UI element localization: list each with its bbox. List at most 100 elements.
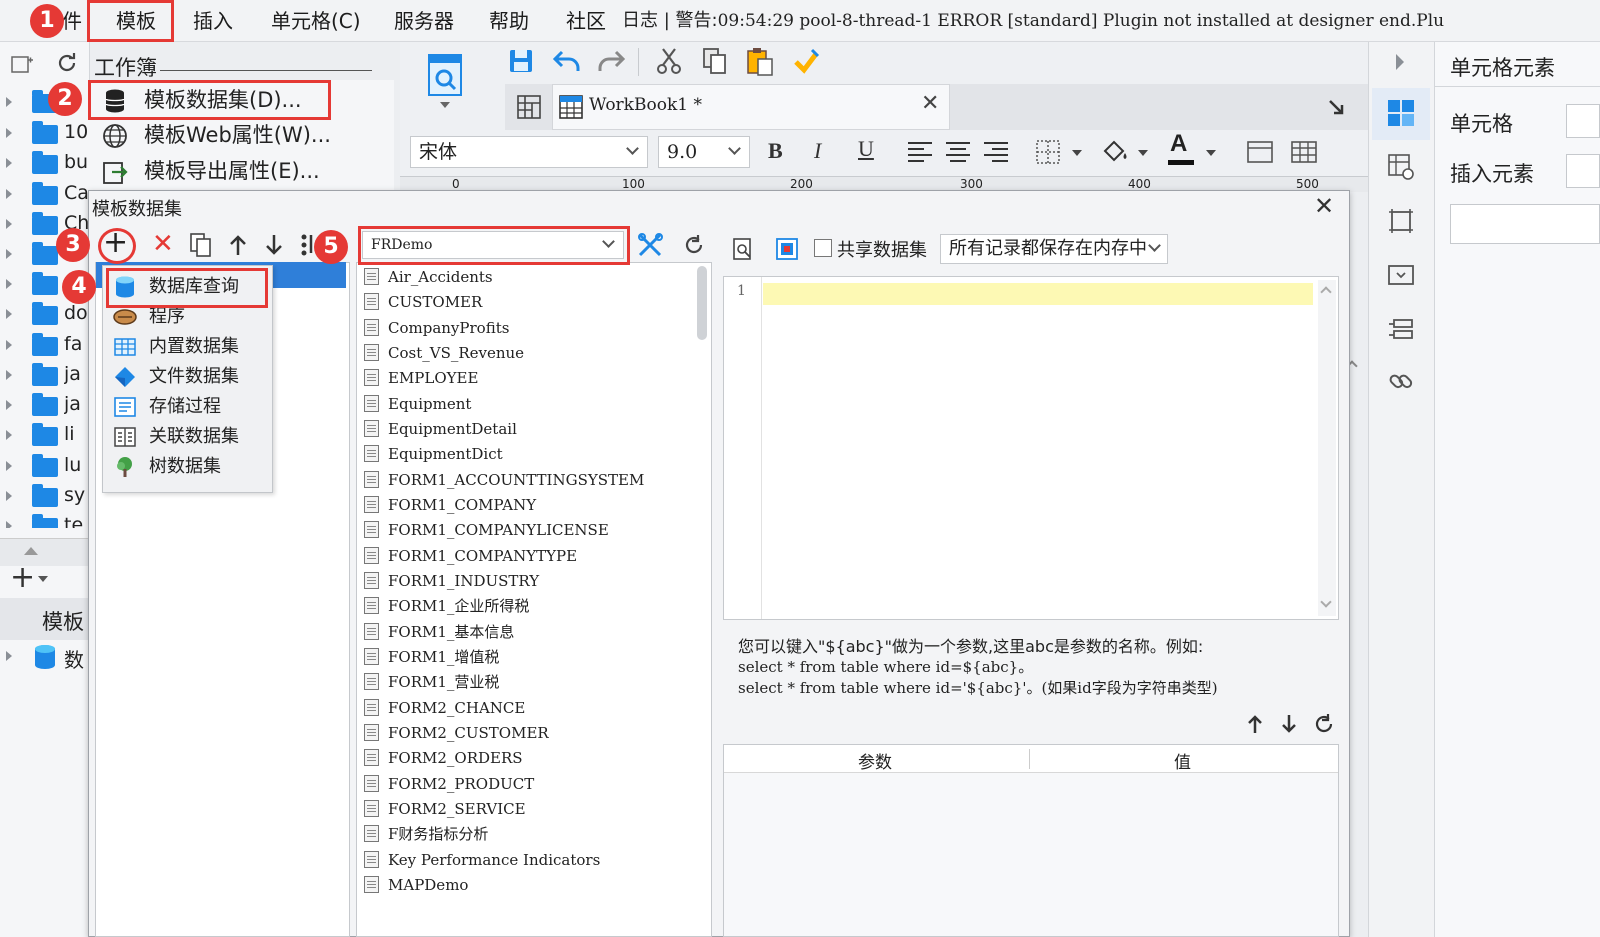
- sql-editor[interactable]: [723, 276, 1339, 620]
- tree-item[interactable]: li: [0, 421, 90, 451]
- menu-item-stored-procedure[interactable]: 存储过程: [112, 392, 221, 422]
- table-row[interactable]: Air_Accidents: [364, 265, 493, 290]
- font-color-icon[interactable]: A: [1170, 130, 1187, 158]
- font-size-select[interactable]: 9.0: [658, 136, 750, 168]
- redo-icon[interactable]: [596, 46, 626, 76]
- tree-item[interactable]: do: [0, 300, 90, 330]
- tree-item[interactable]: lu: [0, 452, 90, 482]
- hyperlink-icon[interactable]: [1386, 366, 1416, 396]
- tree-item[interactable]: bu: [0, 149, 90, 179]
- table-row[interactable]: EquipmentDict: [364, 442, 503, 467]
- delete-icon[interactable]: ✕: [152, 230, 174, 258]
- table-row[interactable]: FORM2_ORDERS: [364, 746, 523, 771]
- table-row[interactable]: EquipmentDetail: [364, 417, 517, 442]
- chevron-down-icon[interactable]: [38, 576, 48, 582]
- tree-item[interactable]: fa: [0, 331, 90, 361]
- table-row[interactable]: FORM2_SERVICE: [364, 797, 526, 822]
- tree-item[interactable]: te: [0, 512, 90, 528]
- condition-attribute-icon[interactable]: [1386, 314, 1416, 344]
- copy-icon[interactable]: [188, 232, 214, 258]
- font-family-select[interactable]: 宋体: [410, 136, 648, 168]
- menu-help[interactable]: 帮助: [489, 4, 529, 38]
- cell-input[interactable]: [1566, 104, 1600, 138]
- close-icon[interactable]: ✕: [1314, 192, 1334, 220]
- format-painter-icon[interactable]: [790, 46, 822, 78]
- table-row[interactable]: MAPDemo: [364, 873, 468, 898]
- element-value-input[interactable]: [1450, 204, 1600, 244]
- tree-item[interactable]: ja: [0, 391, 90, 421]
- table-row[interactable]: Equipment: [364, 392, 471, 417]
- table-row[interactable]: FORM1_INDUSTRY: [364, 569, 539, 594]
- table-row[interactable]: FORM2_CUSTOMER: [364, 721, 549, 746]
- table-row[interactable]: FORM1_基本信息: [364, 620, 514, 645]
- menu-cell[interactable]: 单元格(C): [271, 4, 361, 38]
- table-row[interactable]: CUSTOMER: [364, 290, 482, 315]
- fill-color-icon[interactable]: [1100, 138, 1130, 166]
- save-icon[interactable]: [506, 46, 536, 76]
- menu-item-template-export[interactable]: 模板导出属性(E)...: [100, 154, 320, 188]
- table-row[interactable]: FORM2_PRODUCT: [364, 772, 534, 797]
- refresh-icon[interactable]: [680, 231, 708, 259]
- tree-item[interactable]: ja: [0, 361, 90, 391]
- menu-item-template-web[interactable]: 模板Web属性(W)...: [100, 118, 331, 152]
- undo-icon[interactable]: [552, 46, 582, 76]
- connection-settings-icon[interactable]: [636, 231, 666, 259]
- chevron-down-icon[interactable]: [440, 102, 450, 108]
- menu-item-tree-dataset[interactable]: 树数据集: [112, 452, 221, 482]
- chevron-down-icon[interactable]: [1206, 150, 1216, 156]
- table-row[interactable]: FORM2_CHANCE: [364, 696, 525, 721]
- panel-tab-cell-selected[interactable]: [1372, 88, 1430, 140]
- move-up-icon[interactable]: [226, 232, 250, 258]
- move-down-icon[interactable]: [262, 232, 286, 258]
- table-row[interactable]: EMPLOYEE: [364, 366, 478, 391]
- scrollbar[interactable]: [1318, 280, 1336, 616]
- memory-mode-select[interactable]: 所有记录都保存在内存中: [940, 234, 1168, 264]
- table-row[interactable]: FORM1_增值税: [364, 645, 499, 670]
- underline-icon[interactable]: U: [858, 136, 874, 162]
- cell-attribute-icon[interactable]: [1386, 152, 1416, 182]
- add-dataset-icon[interactable]: +: [10, 563, 35, 593]
- tree-item[interactable]: Ca: [0, 180, 90, 210]
- table-row[interactable]: Key Performance Indicators: [364, 848, 600, 873]
- move-down-icon[interactable]: [1278, 712, 1300, 736]
- chevron-down-icon[interactable]: [1138, 150, 1148, 156]
- menu-community[interactable]: 社区: [566, 4, 606, 38]
- float-element-icon[interactable]: [1386, 206, 1416, 236]
- menu-log[interactable]: 日志: [622, 10, 658, 31]
- align-left-icon[interactable]: [906, 140, 934, 164]
- dataset-tree-item[interactable]: 数: [0, 642, 90, 672]
- align-center-icon[interactable]: [944, 140, 972, 164]
- table-row[interactable]: CompanyProfits: [364, 316, 509, 341]
- menu-server[interactable]: 服务器: [394, 4, 454, 38]
- menu-file[interactable]: 件: [62, 4, 82, 38]
- collapse-up-icon[interactable]: [24, 547, 38, 555]
- scrollbar[interactable]: [697, 266, 707, 340]
- table-row[interactable]: Cost_VS_Revenue: [364, 341, 524, 366]
- table-row[interactable]: FORM1_企业所得税: [364, 594, 529, 619]
- move-up-icon[interactable]: [1244, 712, 1266, 736]
- chevron-down-icon[interactable]: [1320, 596, 1332, 608]
- preview-icon[interactable]: [424, 52, 466, 102]
- menu-item-builtin-dataset[interactable]: 内置数据集: [112, 332, 239, 362]
- tree-item[interactable]: 10: [0, 119, 90, 149]
- paste-icon[interactable]: [744, 46, 776, 78]
- table-row[interactable]: FORM1_ACCOUNTTINGSYSTEM: [364, 468, 644, 493]
- table-row[interactable]: FORM1_COMPANYTYPE: [364, 544, 577, 569]
- expand-icon[interactable]: [1396, 54, 1404, 70]
- chevron-down-icon[interactable]: [1072, 150, 1082, 156]
- insert-element-input[interactable]: [1566, 154, 1600, 188]
- table-row[interactable]: FORM1_营业税: [364, 670, 499, 695]
- save-to-server-icon[interactable]: [774, 236, 800, 262]
- grid-icon[interactable]: [514, 92, 544, 122]
- table-row[interactable]: F财务指标分析: [364, 822, 488, 847]
- tab-workbook[interactable]: WorkBook1 * ✕: [552, 84, 950, 130]
- menu-item-relation-dataset[interactable]: 关联数据集: [112, 422, 239, 452]
- preview-data-icon[interactable]: [730, 236, 756, 262]
- border-icon[interactable]: [1034, 138, 1062, 166]
- refresh-icon[interactable]: [54, 50, 80, 76]
- tree-item[interactable]: sy: [0, 482, 90, 512]
- menu-insert[interactable]: 插入: [193, 4, 233, 38]
- refresh-icon[interactable]: [1312, 712, 1336, 736]
- widget-icon[interactable]: [1386, 260, 1416, 290]
- table-row[interactable]: FORM1_COMPANYLICENSE: [364, 518, 609, 543]
